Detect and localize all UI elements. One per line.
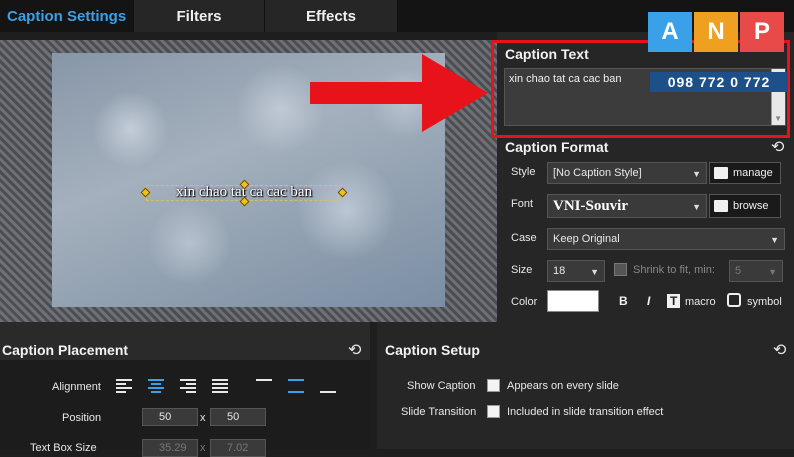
logo-letter-a: A (648, 12, 692, 52)
size-value: 18 (553, 265, 566, 277)
alignment-label: Alignment (52, 381, 101, 393)
position-label: Position (62, 412, 102, 424)
text-icon[interactable]: T (667, 294, 681, 308)
caption-box[interactable]: xin chao tat ca cac ban (140, 179, 348, 207)
align-justify-icon[interactable] (212, 379, 228, 393)
align-center-icon[interactable] (148, 379, 164, 393)
italic-button[interactable]: I (647, 294, 650, 308)
manage-button[interactable]: manage (709, 162, 781, 184)
textbox-size-label: Text Box Size (30, 442, 97, 454)
logo-phone: 098 772 0 772 (650, 72, 788, 92)
position-x-sep: x (200, 412, 206, 424)
textbox-x-sep: x (200, 442, 206, 454)
placement-title: Caption Placement (2, 342, 129, 358)
setup-title: Caption Setup (385, 342, 480, 358)
font-label: Font (511, 198, 534, 210)
tab-filters[interactable]: Filters (134, 0, 265, 32)
browse-button[interactable]: browse (709, 194, 781, 218)
case-select[interactable]: Keep Original ▼ (547, 228, 785, 250)
show-caption-label: Show Caption (407, 380, 476, 392)
style-select[interactable]: [No Caption Style] ▼ (547, 162, 707, 184)
setup-header: Caption Setup ⟲ (377, 322, 794, 360)
align-left-icon[interactable] (116, 379, 132, 393)
shrink-checkbox[interactable] (614, 263, 627, 276)
font-value: VNI-Souvir (553, 197, 629, 214)
color-swatch[interactable] (547, 290, 599, 312)
align-right-icon[interactable] (180, 379, 196, 393)
folder-icon (714, 200, 728, 212)
arrow-icon (310, 54, 488, 132)
format-reset-icon[interactable]: ⟲ (771, 137, 784, 157)
chevron-down-icon: ▼ (692, 202, 701, 212)
symbol-button[interactable]: symbol (747, 296, 782, 308)
browse-label: browse (733, 200, 769, 212)
color-label: Color (511, 296, 538, 308)
caption-setup-panel: Caption Setup ⟲ Show Caption Appears on … (377, 322, 794, 449)
position-x-input[interactable]: 50 (142, 408, 198, 426)
manage-label: manage (733, 167, 773, 179)
bold-button[interactable]: B (619, 294, 628, 308)
anp-logo: A N P (648, 12, 788, 52)
logo-letter-n: N (694, 12, 738, 52)
macro-button[interactable]: macro (685, 296, 716, 308)
style-value: [No Caption Style] (553, 167, 642, 179)
show-caption-checkbox[interactable] (487, 379, 500, 392)
slide-transition-label: Slide Transition (401, 406, 477, 418)
tab-effects[interactable]: Effects (265, 0, 398, 32)
symbol-icon[interactable] (727, 293, 741, 307)
style-label: Style (511, 166, 536, 178)
slide-transition-text: Included in slide transition effect (507, 406, 664, 418)
logo-letter-p: P (740, 12, 784, 52)
font-select[interactable]: VNI-Souvir ▼ (547, 194, 707, 218)
shrink-min-select[interactable]: 5 ▼ (729, 260, 783, 282)
size-label: Size (511, 264, 533, 276)
caption-placement-panel: Caption Placement ⟲ Alignment Position 5… (0, 322, 370, 457)
show-caption-text: Appears on every slide (507, 380, 619, 392)
chevron-down-icon: ▼ (770, 235, 779, 245)
case-label: Case (511, 232, 537, 244)
size-select[interactable]: 18 ▼ (547, 260, 605, 282)
chevron-down-icon: ▼ (692, 169, 701, 179)
textbox-height-input[interactable]: 7.02 (210, 439, 266, 457)
shrink-label: Shrink to fit, min: (633, 264, 715, 276)
placement-reset-icon[interactable]: ⟲ (348, 340, 361, 360)
align-middle-icon[interactable] (288, 379, 304, 393)
align-top-icon[interactable] (256, 379, 272, 393)
case-value: Keep Original (553, 233, 620, 245)
textbox-width-input[interactable]: 35.29 (142, 439, 198, 457)
list-icon (714, 167, 728, 179)
tab-caption-settings[interactable]: Caption Settings (0, 0, 134, 32)
chevron-down-icon: ▼ (768, 267, 777, 277)
position-y-input[interactable]: 50 (210, 408, 266, 426)
slide-transition-checkbox[interactable] (487, 405, 500, 418)
align-bottom-icon[interactable] (320, 379, 336, 393)
setup-reset-icon[interactable]: ⟲ (773, 340, 786, 360)
shrink-min-value: 5 (735, 265, 742, 277)
caption-format-title: Caption Format (505, 139, 609, 155)
placement-header: Caption Placement ⟲ (0, 322, 370, 360)
chevron-down-icon: ▼ (590, 267, 599, 277)
